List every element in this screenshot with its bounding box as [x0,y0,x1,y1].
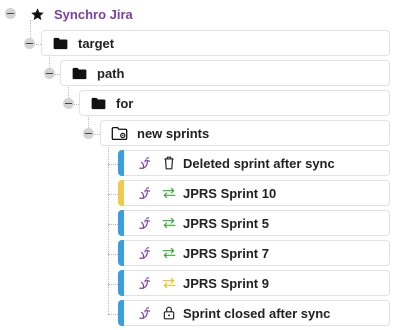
sprint-status-accent [118,300,124,326]
sync-arrows-icon [161,187,177,199]
tree-connector [108,254,118,255]
sprint-label: JPRS Sprint 9 [183,275,269,291]
folder-label: for [116,95,134,111]
star-icon [28,7,46,22]
folder-label: target [78,35,115,51]
trash-icon [161,156,177,170]
sprint-status-accent [118,240,124,266]
sprint-row[interactable]: Deleted sprint after sync [118,150,390,176]
collapse-toggle-for[interactable] [63,98,74,109]
sprint-icon [137,276,153,290]
collapse-toggle-path[interactable] [44,68,55,79]
tree-node-root[interactable]: Synchro Jira [22,1,222,27]
collapse-toggle-root[interactable] [5,8,16,19]
lock-icon [161,306,177,320]
folder-label: new sprints [137,125,210,141]
sprint-label: Sprint closed after sync [183,305,331,321]
sprint-status-accent [118,180,124,206]
tree-node-folder[interactable]: for [79,90,390,116]
sprint-row[interactable]: JPRS Sprint 7 [118,240,390,266]
tree-connector [108,284,118,285]
sprint-status-accent [118,150,124,176]
tree-connector [108,194,118,195]
tree-connector [108,164,118,165]
sprint-icon [137,186,153,200]
sprint-icon [137,156,153,170]
sync-arrows-icon [161,217,177,229]
tree-node-folder[interactable]: path [60,60,390,86]
sprint-row[interactable]: JPRS Sprint 9 [118,270,390,296]
minus-icon [7,13,14,14]
sprint-label: JPRS Sprint 7 [183,245,269,261]
tree-connector [108,224,118,225]
root-label: Synchro Jira [54,6,133,22]
tree-connector [108,314,118,315]
collapse-toggle-new-sprints[interactable] [83,128,94,139]
folder-label: path [97,65,125,81]
tree-node-folder[interactable]: new sprints [100,120,390,146]
sprint-status-accent [118,270,124,296]
sprint-label: JPRS Sprint 10 [183,185,277,201]
folder-icon [51,37,69,50]
tree-connector [108,140,109,314]
sync-arrows-icon [161,277,177,289]
minus-icon [26,43,33,44]
sprint-row[interactable]: JPRS Sprint 5 [118,210,390,236]
tree-node-folder[interactable]: target [41,30,390,56]
sprint-icon [137,246,153,260]
sprint-label: Deleted sprint after sync [183,155,335,171]
folder-icon [89,97,107,110]
sprint-icon [137,216,153,230]
sprint-row[interactable]: Sprint closed after sync [118,300,390,326]
sync-arrows-icon [161,247,177,259]
folder-icon [70,67,88,80]
sprint-icon [137,306,153,320]
sprint-label: JPRS Sprint 5 [183,215,269,231]
folder-settings-icon [110,126,128,141]
sprint-status-accent [118,210,124,236]
minus-icon [65,103,72,104]
collapse-toggle-target[interactable] [24,38,35,49]
sprint-row[interactable]: JPRS Sprint 10 [118,180,390,206]
minus-icon [46,73,53,74]
minus-icon [85,133,92,134]
